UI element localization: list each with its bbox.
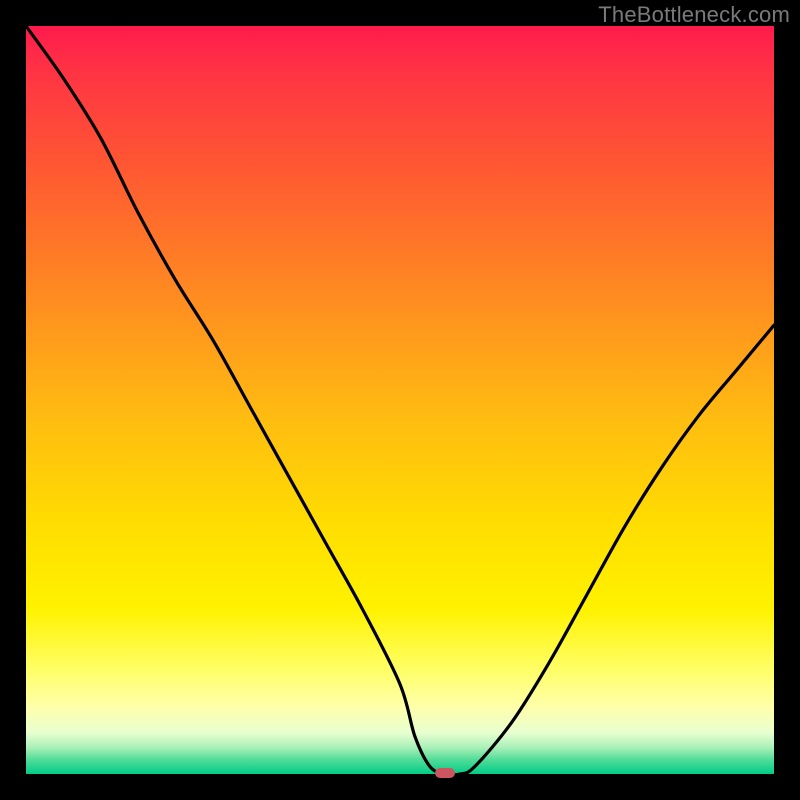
bottleneck-curve — [26, 26, 774, 774]
chart-container: TheBottleneck.com — [0, 0, 800, 800]
watermark-text: TheBottleneck.com — [598, 2, 790, 28]
plot-area — [26, 26, 774, 774]
optimal-marker — [435, 768, 455, 778]
